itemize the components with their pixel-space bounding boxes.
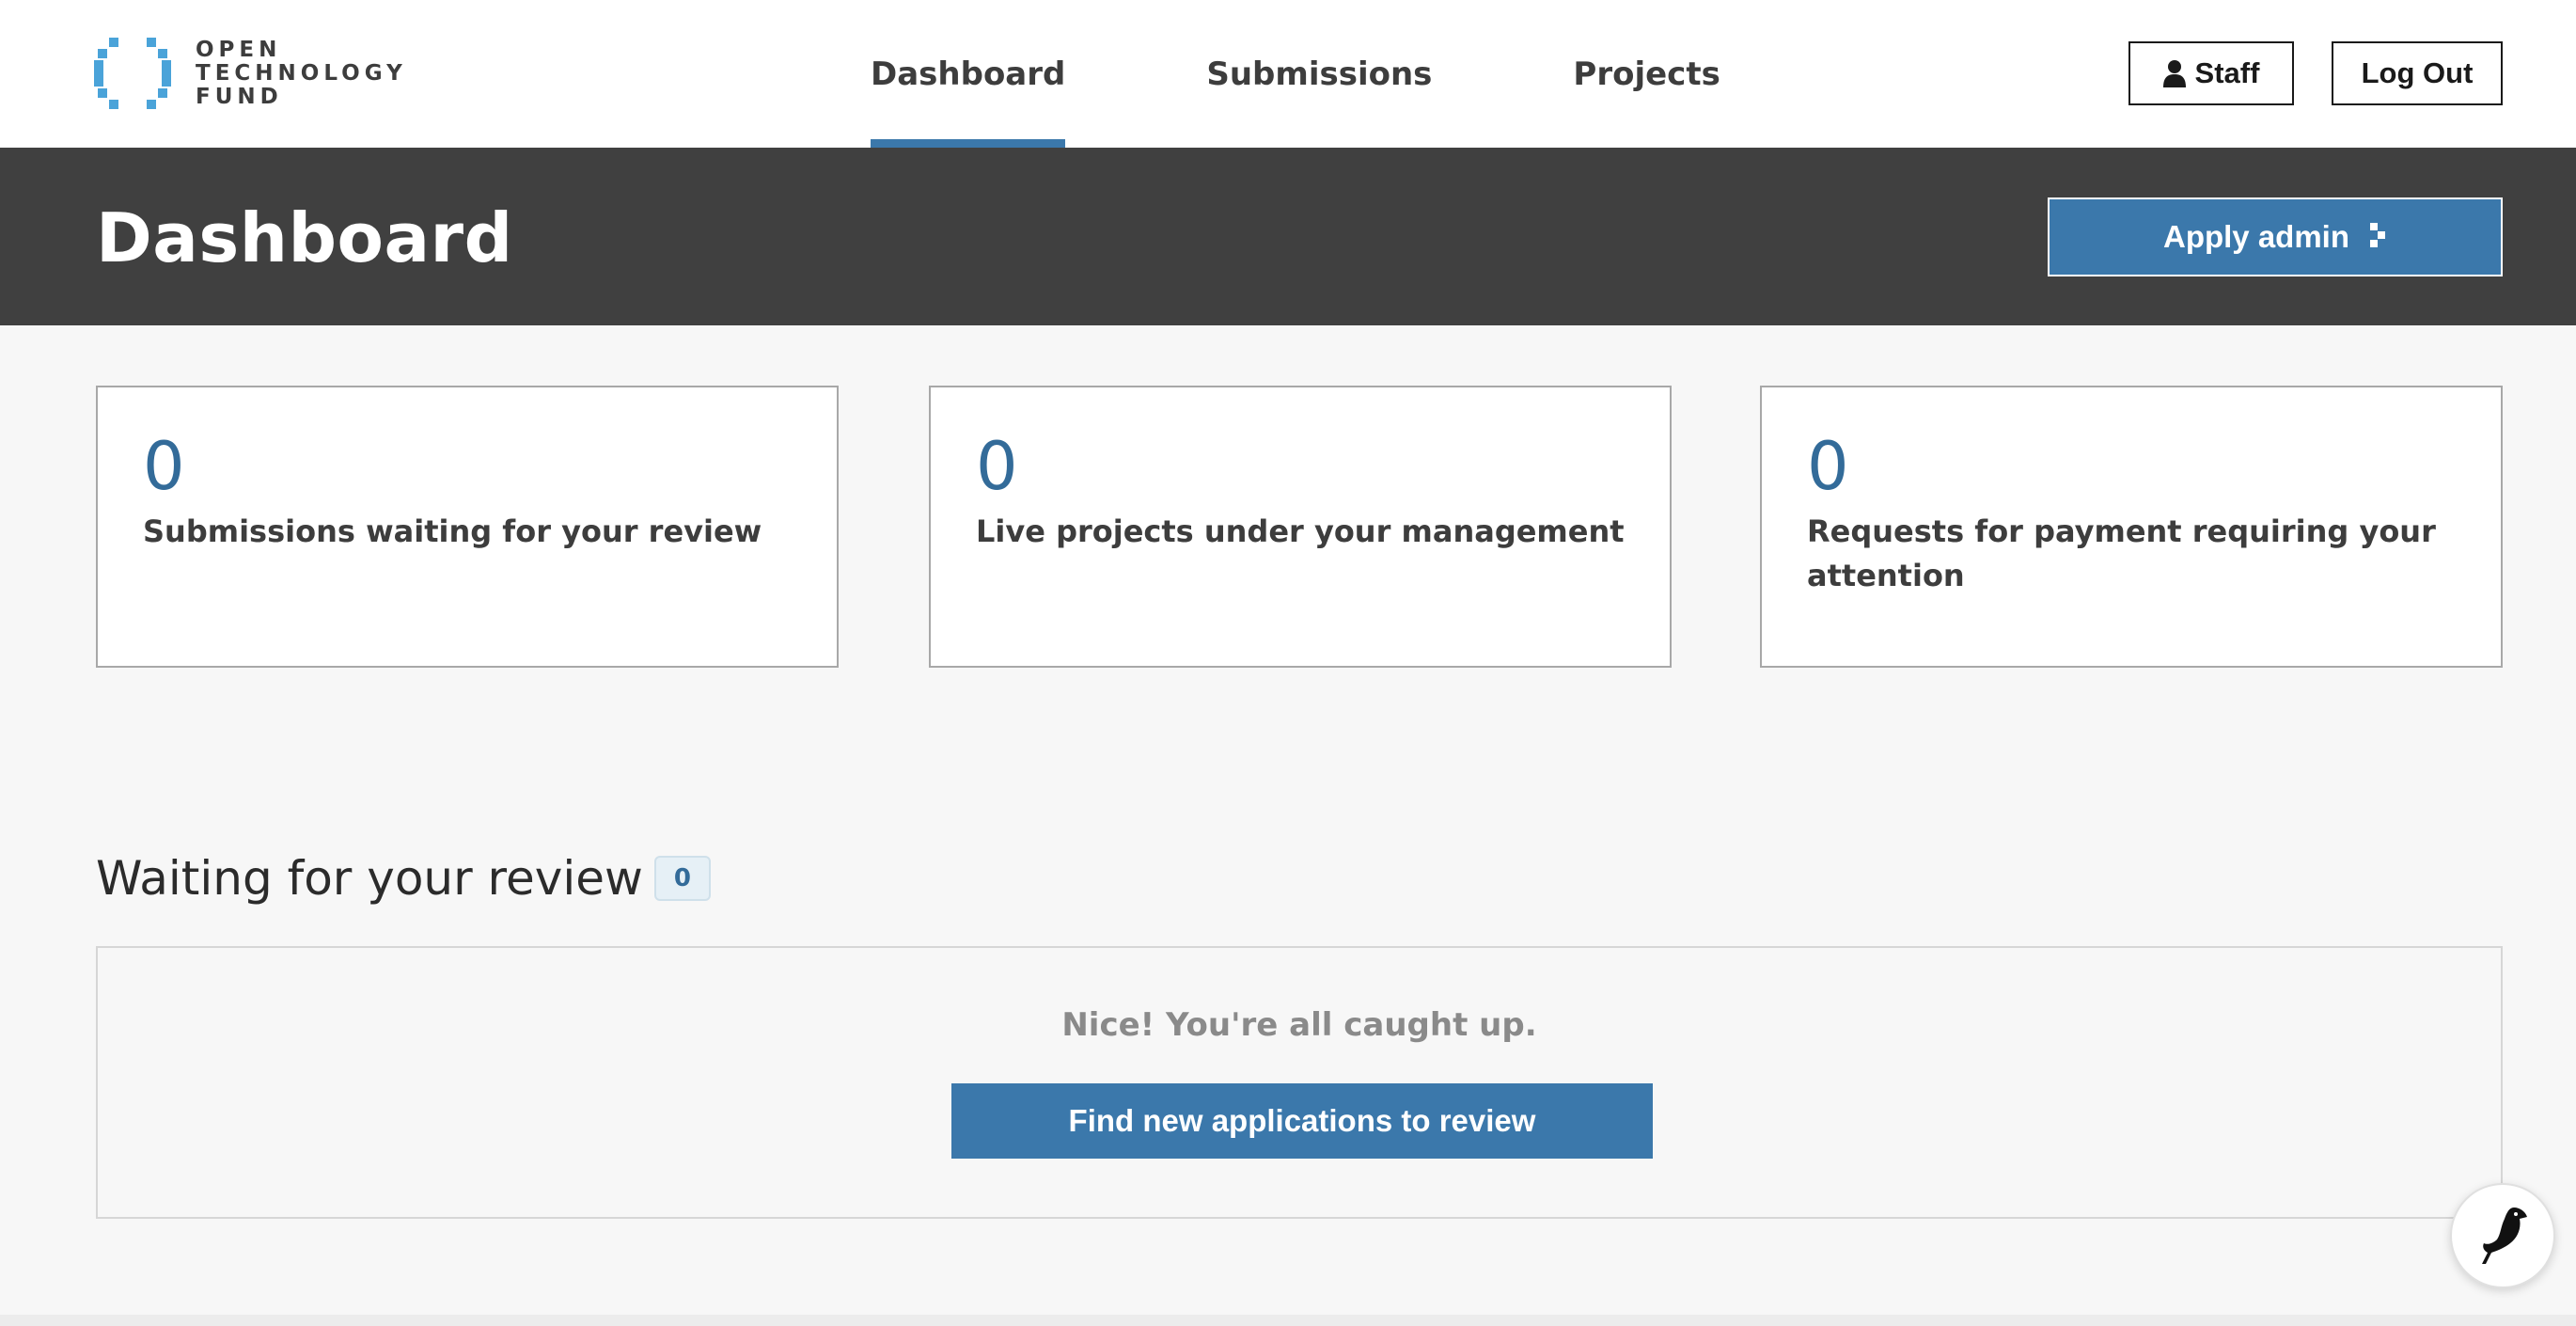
- otf-logo[interactable]: OPEN TECHNOLOGY FUND: [94, 38, 414, 109]
- logo-line-3: FUND: [196, 84, 283, 109]
- page-title-bar: Dashboard Apply admin: [0, 148, 2576, 325]
- count-badge: 0: [653, 856, 711, 901]
- wagtail-userbar-button[interactable]: [2450, 1183, 2555, 1288]
- stat-card-projects[interactable]: 0 Live projects under your management: [929, 386, 1672, 668]
- apply-admin-button[interactable]: Apply admin: [2048, 197, 2503, 276]
- staff-label: Staff: [2194, 56, 2260, 89]
- logo-line-2: TECHNOLOGY: [196, 60, 407, 86]
- nav-projects[interactable]: Projects: [1573, 0, 1720, 148]
- stat-value: 0: [143, 428, 185, 505]
- apply-admin-label: Apply admin: [2162, 219, 2350, 254]
- page-title: Dashboard: [96, 198, 513, 277]
- stat-card-payments[interactable]: 0 Requests for payment requiring your at…: [1760, 386, 2503, 668]
- nav-dashboard[interactable]: Dashboard: [871, 0, 1066, 148]
- stat-label: Requests for payment requiring your atte…: [1807, 513, 2436, 593]
- page-bottom-edge: [0, 1315, 2576, 1326]
- stat-value: 0: [976, 428, 1018, 505]
- stat-value: 0: [1807, 428, 1849, 505]
- main-nav: Dashboard Submissions Projects: [871, 0, 1720, 148]
- top-header: OPEN TECHNOLOGY FUND Dashboard Submissio…: [0, 0, 2576, 148]
- logout-button[interactable]: Log Out: [2332, 41, 2503, 105]
- user-icon: [2162, 60, 2186, 87]
- arrow-right-icon: [2370, 219, 2387, 255]
- nav-submissions[interactable]: Submissions: [1206, 0, 1432, 148]
- stat-label: Submissions waiting for your review: [143, 513, 762, 549]
- section-title: Waiting for your review: [96, 851, 643, 906]
- logo-brackets-icon: [94, 38, 171, 109]
- logo-line-1: OPEN: [196, 37, 282, 62]
- stat-label: Live projects under your management: [976, 513, 1625, 549]
- staff-button[interactable]: Staff: [2128, 41, 2294, 105]
- stat-card-submissions[interactable]: 0 Submissions waiting for your review: [96, 386, 839, 668]
- bird-icon: [2482, 1208, 2527, 1264]
- logo-wordmark: OPEN TECHNOLOGY FUND: [196, 37, 407, 109]
- waiting-section-heading: Waiting for your review 0: [96, 851, 711, 906]
- empty-message: Nice! You're all caught up.: [1061, 1006, 1537, 1044]
- waiting-empty-panel: Nice! You're all caught up. Find new app…: [96, 946, 2503, 1219]
- find-applications-button[interactable]: Find new applications to review: [951, 1083, 1653, 1159]
